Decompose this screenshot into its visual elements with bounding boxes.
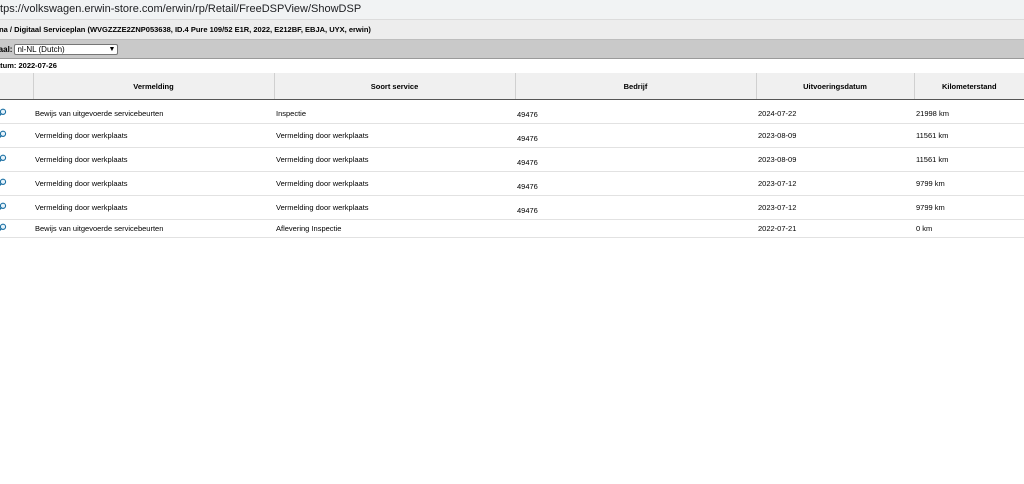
url-text[interactable]: ttps://volkswagen.erwin-store.com/erwin/…	[0, 3, 361, 15]
language-select-value: nl-NL (Dutch)	[17, 44, 65, 54]
magnifier-icon[interactable]	[0, 223, 7, 232]
cell-vermelding: Vermelding door werkplaats	[33, 147, 274, 172]
magnifier-icon[interactable]	[0, 202, 7, 211]
cell-soort-service: Vermelding door werkplaats	[274, 123, 515, 148]
language-bar: taal: nl-NL (Dutch) ▼	[0, 40, 1024, 59]
row-icon-cell	[0, 195, 33, 220]
row-icon-cell	[0, 123, 33, 148]
chevron-down-icon: ▼	[108, 45, 116, 53]
row-icon-cell	[0, 147, 33, 172]
header-vermelding[interactable]: Vermelding	[33, 73, 275, 100]
row-icon-cell	[0, 99, 33, 124]
table-row[interactable]: Vermelding door werkplaats Vermelding doo…	[0, 195, 1024, 220]
table-header-row: Vermelding Soort service Bedrijf Uitvoer…	[0, 73, 1024, 100]
cell-bedrijf: 49476	[515, 171, 756, 196]
address-bar[interactable]: ttps://volkswagen.erwin-store.com/erwin/…	[0, 0, 1024, 20]
header-uitvoeringsdatum[interactable]: Uitvoeringsdatum	[756, 73, 915, 100]
cell-bedrijf: 49476	[515, 123, 756, 148]
row-icon-cell	[0, 219, 33, 238]
cell-uitvoeringsdatum: 2023-08-09	[756, 147, 914, 172]
cell-uitvoeringsdatum: 2023-07-12	[756, 171, 914, 196]
cell-soort-service: Inspectie	[274, 99, 515, 124]
cell-vermelding: Vermelding door werkplaats	[33, 195, 274, 220]
cell-soort-service: Vermelding door werkplaats	[274, 195, 515, 220]
cell-vermelding: Vermelding door werkplaats	[33, 123, 274, 148]
header-kilometerstand[interactable]: Kilometerstand	[914, 73, 1024, 100]
date-text: atum: 2022-07-26	[0, 61, 57, 70]
cell-soort-service: Vermelding door werkplaats	[274, 171, 515, 196]
service-history-table: Vermelding Soort service Bedrijf Uitvoer…	[0, 73, 1024, 238]
magnifier-icon[interactable]	[0, 178, 7, 187]
cell-uitvoeringsdatum: 2023-07-12	[756, 195, 914, 220]
cell-bedrijf: 49476	[515, 195, 756, 220]
cell-soort-service: Vermelding door werkplaats	[274, 147, 515, 172]
cell-vermelding: Bewijs van uitgevoerde servicebeurten	[33, 99, 274, 124]
table-row[interactable]: Bewijs van uitgevoerde servicebeurten Afl…	[0, 219, 1024, 238]
table-row[interactable]: Vermelding door werkplaats Vermelding doo…	[0, 123, 1024, 148]
row-icon-cell	[0, 171, 33, 196]
cell-vermelding: Bewijs van uitgevoerde servicebeurten	[33, 219, 274, 238]
cell-kilometerstand: 9799 km	[914, 195, 1024, 220]
cell-bedrijf: 49476	[515, 99, 756, 124]
language-label: taal:	[0, 44, 13, 54]
magnifier-icon[interactable]	[0, 154, 7, 163]
breadcrumb-text: ina / Digitaal Serviceplan (WVGZZZE2ZNP0…	[0, 25, 371, 34]
cell-bedrijf: 49476	[515, 147, 756, 172]
breadcrumb: ina / Digitaal Serviceplan (WVGZZZE2ZNP0…	[0, 20, 1024, 40]
header-bedrijf[interactable]: Bedrijf	[515, 73, 757, 100]
magnifier-icon[interactable]	[0, 108, 7, 117]
magnifier-icon[interactable]	[0, 130, 7, 139]
cell-kilometerstand: 0 km	[914, 219, 1024, 238]
cell-kilometerstand: 11561 km	[914, 147, 1024, 172]
cell-kilometerstand: 21998 km	[914, 99, 1024, 124]
table-row[interactable]: Bewijs van uitgevoerde servicebeurten Ins…	[0, 99, 1024, 124]
cell-vermelding: Vermelding door werkplaats	[33, 171, 274, 196]
cell-uitvoeringsdatum: 2022-07-21	[756, 219, 914, 238]
date-line: atum: 2022-07-26	[0, 59, 1024, 73]
cell-soort-service: Aflevering Inspectie	[274, 219, 515, 238]
cell-uitvoeringsdatum: 2023-08-09	[756, 123, 914, 148]
header-soort-service[interactable]: Soort service	[274, 73, 516, 100]
table-row[interactable]: Vermelding door werkplaats Vermelding doo…	[0, 147, 1024, 172]
header-icon-column	[0, 73, 34, 100]
cell-kilometerstand: 9799 km	[914, 171, 1024, 196]
language-select[interactable]: nl-NL (Dutch) ▼	[14, 43, 119, 55]
cell-uitvoeringsdatum: 2024-07-22	[756, 99, 914, 124]
cell-kilometerstand: 11561 km	[914, 123, 1024, 148]
cell-bedrijf	[515, 219, 756, 238]
table-row[interactable]: Vermelding door werkplaats Vermelding doo…	[0, 171, 1024, 196]
